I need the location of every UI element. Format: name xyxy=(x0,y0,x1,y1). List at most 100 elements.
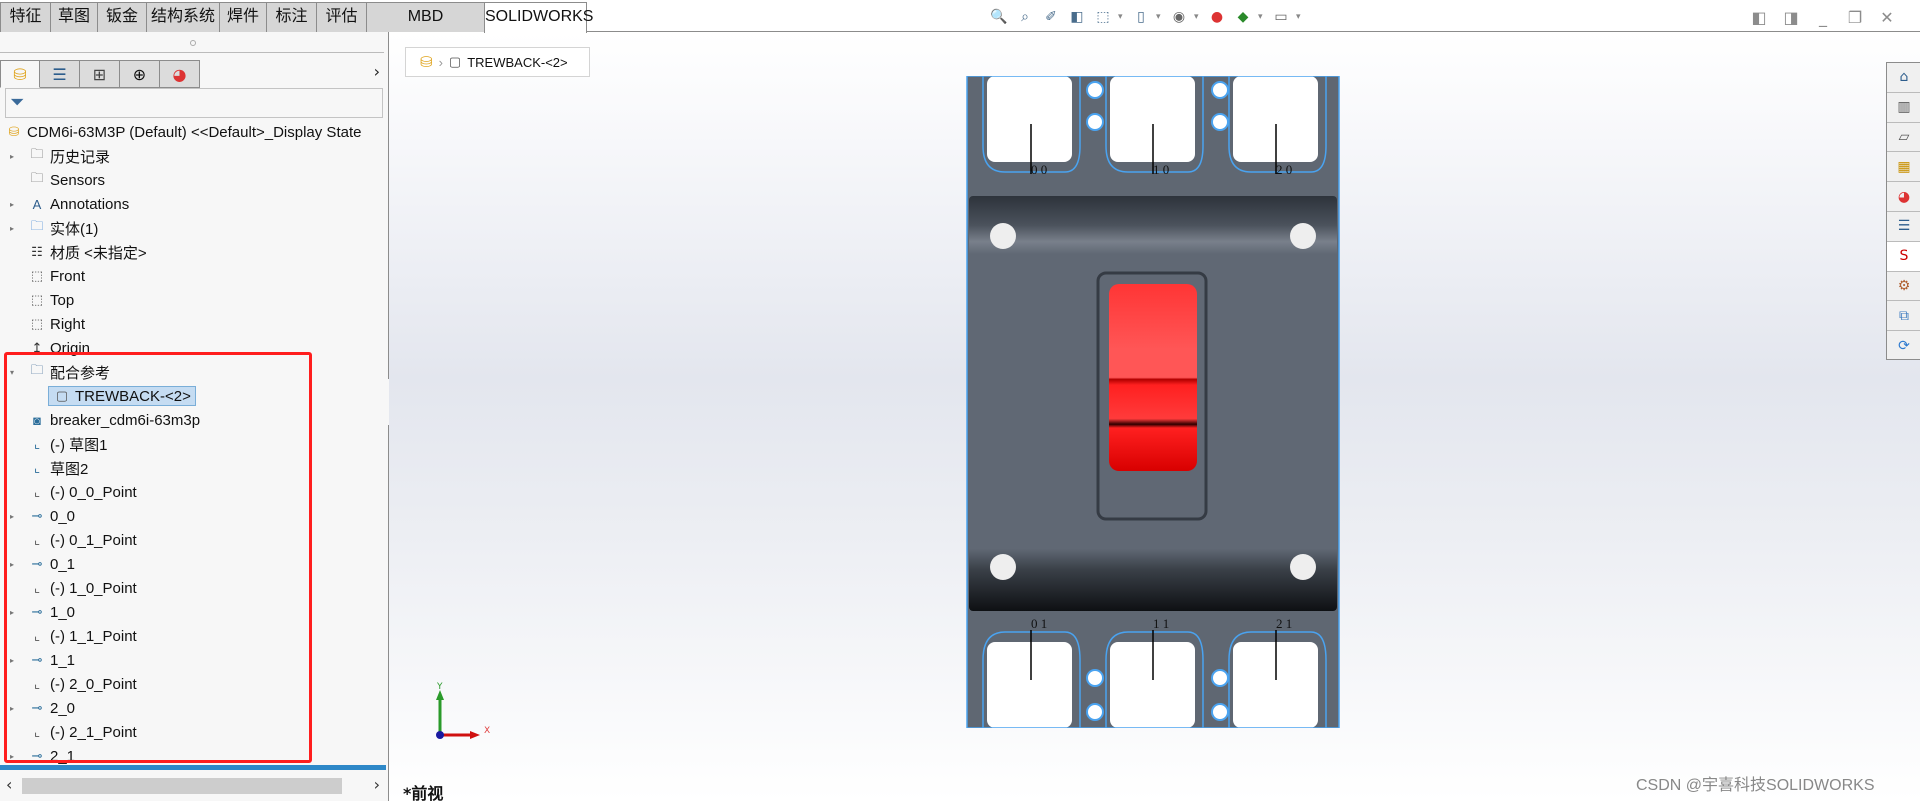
propertymanager-icon[interactable]: ☰ xyxy=(40,60,80,88)
view-settings-dropdown[interactable]: ▾ xyxy=(1296,12,1304,22)
expand-icon[interactable]: ▸ xyxy=(10,152,18,161)
tree-item-label: Front xyxy=(50,267,86,285)
tab-markup[interactable]: 标注 xyxy=(266,2,317,32)
tab-mbd-dimensions[interactable]: MBD Dimensions xyxy=(366,2,485,53)
solidworks-forum-icon[interactable]: S xyxy=(1887,241,1920,272)
view-orientation-icon[interactable]: ⬚ xyxy=(1092,7,1114,27)
home-icon[interactable]: ⌂ xyxy=(1887,63,1920,93)
minimize-icon[interactable]: _ xyxy=(1814,8,1832,27)
file-explorer-icon[interactable]: ▱ xyxy=(1887,123,1920,153)
breadcrumb-separator: › xyxy=(438,54,443,70)
displaymanager-icon[interactable]: ◕ xyxy=(160,60,200,88)
horizontal-scrollbar[interactable]: ‹ › xyxy=(0,775,388,797)
hide-show-dropdown[interactable]: ▾ xyxy=(1194,12,1202,22)
tree-item-label: 历史记录 xyxy=(50,148,111,166)
heads-up-view-toolbar: 🔍 ⌕ ✐ ◧ ⬚ ▾ ▯ ▾ ◉ ▾ ● ◆ ▾ ▭ ▾ xyxy=(988,6,1304,28)
tree-filter[interactable]: ⏷ xyxy=(5,88,383,118)
highlight-box xyxy=(4,352,312,763)
sensors-folder-icon: 🗀 xyxy=(30,170,44,185)
tab-weldments[interactable]: 焊件 xyxy=(219,2,267,32)
solid-bodies-folder-icon: 🗀 xyxy=(30,218,44,233)
manager-tabs: ⛁ ☰ ⊞ ⊕ ◕ xyxy=(0,60,200,88)
tree-item[interactable]: ▸ 🗀 历史记录 xyxy=(10,144,111,168)
tile-right-icon[interactable]: ◨ xyxy=(1782,8,1800,27)
close-icon[interactable]: ✕ xyxy=(1878,8,1896,27)
terminal-label-2-1: 2 1 xyxy=(1276,616,1292,631)
switch-handle[interactable] xyxy=(1109,284,1197,471)
scroll-thumb[interactable] xyxy=(22,778,342,794)
breadcrumb-item[interactable]: TREWBACK-<2> xyxy=(467,55,567,70)
apply-scene-icon[interactable]: ◆ xyxy=(1232,7,1254,27)
tree-item-label: Sensors xyxy=(50,171,106,189)
terminal-label-1-0: 1 0 xyxy=(1153,162,1169,177)
tab-features[interactable]: 特征 xyxy=(0,2,51,32)
expand-icon[interactable]: ▸ xyxy=(10,224,18,233)
zoom-to-area-icon[interactable]: ⌕ xyxy=(1014,7,1036,27)
scroll-right-icon[interactable]: › xyxy=(374,775,380,794)
bottom-terminals xyxy=(982,630,1327,728)
previous-view-icon[interactable]: ✐ xyxy=(1040,7,1062,27)
expand-icon[interactable]: ▸ xyxy=(10,200,18,209)
terminal-label-0-0: 0 0 xyxy=(1031,162,1047,177)
tree-item[interactable]: ⬚ Top xyxy=(28,288,74,312)
dimxpertmanager-icon[interactable]: ⊕ xyxy=(120,60,160,88)
display-style-dropdown[interactable]: ▾ xyxy=(1156,12,1164,22)
part-icon: ⛁ xyxy=(8,124,20,139)
plane-icon: ⬚ xyxy=(30,316,44,331)
tab-evaluate[interactable]: 评估 xyxy=(316,2,367,32)
hide-show-items-icon[interactable]: ◉ xyxy=(1168,7,1190,27)
restore-icon[interactable]: ❐ xyxy=(1846,8,1864,27)
terminal-label-1-1: 1 1 xyxy=(1153,616,1169,631)
part-icon[interactable]: ⛁ xyxy=(420,53,433,71)
y-axis-label: Y xyxy=(436,682,443,692)
tab-sheet-metal[interactable]: 钣金 xyxy=(97,2,147,32)
rollback-bar[interactable] xyxy=(0,765,386,770)
solidworks-window: 特征 草图 钣金 结构系统 焊件 标注 评估 MBD Dimensions SO… xyxy=(0,0,1920,801)
featuremanager-panel: ⛁ ☰ ⊞ ⊕ ◕ › ⏷ ⛁ CDM6i-63M3P (Default) <<… xyxy=(0,32,389,801)
section-view-icon[interactable]: ◧ xyxy=(1066,7,1088,27)
tree-item[interactable]: 🗀 Sensors xyxy=(28,168,105,192)
zoom-to-fit-icon[interactable]: 🔍 xyxy=(988,7,1010,27)
view-orientation-dropdown[interactable]: ▾ xyxy=(1118,12,1126,22)
tile-left-icon[interactable]: ◧ xyxy=(1750,8,1768,27)
tree-item[interactable]: ⬚ Right xyxy=(28,312,85,336)
tab-solidworks-addins[interactable]: SOLIDWORKS 插件 xyxy=(484,2,593,53)
tree-item[interactable]: ☷ 材质 <未指定> xyxy=(28,240,147,264)
plane-icon: ⬚ xyxy=(30,268,44,283)
panel-grip[interactable] xyxy=(190,40,196,46)
featuremanager-icon[interactable]: ⛁ xyxy=(0,60,40,88)
plane-icon: ⬚ xyxy=(30,292,44,307)
x-axis-label: X xyxy=(484,726,490,736)
terminal-label-0-1: 0 1 xyxy=(1031,616,1047,631)
tree-item[interactable]: ▸ 🗀 实体(1) xyxy=(10,216,98,240)
tree-item-label: Top xyxy=(50,291,75,309)
watermark: CSDN @宇喜科技SOLIDWORKS xyxy=(1636,777,1875,794)
apply-scene-dropdown[interactable]: ▾ xyxy=(1258,12,1266,22)
tab-structure-system[interactable]: 结构系统 xyxy=(146,2,220,32)
tree-root[interactable]: ⛁ CDM6i-63M3P (Default) <<Default>_Displ… xyxy=(5,120,362,144)
view-settings-icon[interactable]: ▭ xyxy=(1270,7,1292,27)
scroll-left-icon[interactable]: ‹ xyxy=(6,775,12,794)
custom-properties-icon[interactable]: ☰ xyxy=(1887,212,1920,242)
display-style-icon[interactable]: ▯ xyxy=(1130,7,1152,27)
configurationmanager-icon[interactable]: ⊞ xyxy=(80,60,120,88)
filter-icon: ⏷ xyxy=(10,92,25,113)
design-library-icon[interactable]: ▥ xyxy=(1887,93,1920,123)
tree-item-label: Annotations xyxy=(50,195,130,213)
top-terminals xyxy=(982,76,1327,174)
command-manager-tabs: 特征 草图 钣金 结构系统 焊件 标注 评估 MBD Dimensions SO… xyxy=(0,0,1920,53)
sync-icon[interactable]: ⟳ xyxy=(1887,331,1920,361)
edit-appearance-icon[interactable]: ● xyxy=(1206,7,1228,27)
tree-item[interactable]: ⬚ Front xyxy=(28,264,85,288)
appearances-icon[interactable]: ◕ xyxy=(1887,182,1920,212)
tree-item[interactable]: ▸ A Annotations xyxy=(10,192,130,216)
breaker-model[interactable]: 0 0 1 0 2 0 0 1 1 1 2 1 xyxy=(965,76,1341,728)
tab-sketch[interactable]: 草图 xyxy=(50,2,98,32)
view-palette-icon[interactable]: ▦ xyxy=(1887,152,1920,183)
tree-item-label: 材质 <未指定> xyxy=(50,244,147,262)
electrical-icon[interactable]: ⧉ xyxy=(1887,301,1920,332)
task-pane: ⌂ ▥ ▱ ▦ ◕ ☰ S ⚙ ⧉ ⟳ xyxy=(1886,62,1920,360)
chevron-right-icon[interactable]: › xyxy=(374,62,380,81)
routing-library-icon[interactable]: ⚙ xyxy=(1887,272,1920,302)
tree-item-label: Right xyxy=(50,315,86,333)
